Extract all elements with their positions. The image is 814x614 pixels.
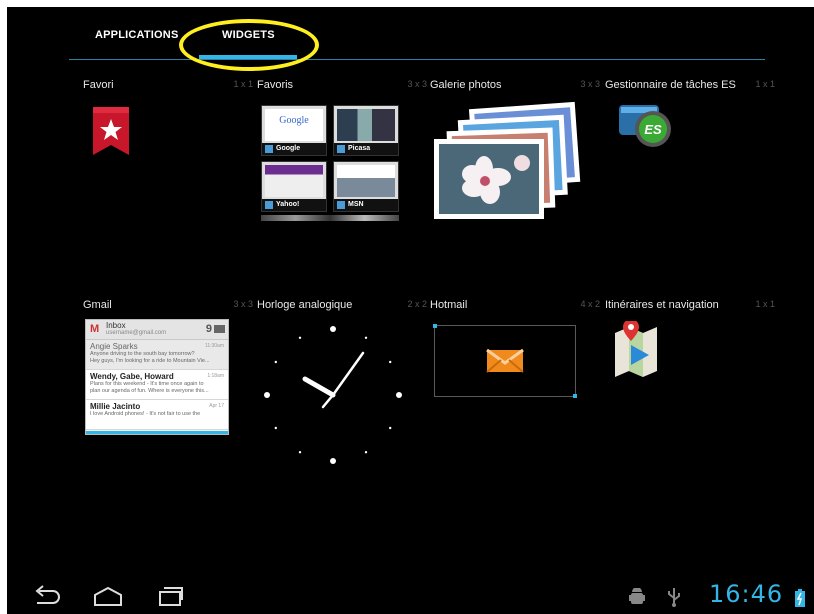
widget-size: 4 x 2 <box>580 299 600 309</box>
widget-hotmail[interactable]: Hotmail 4 x 2 <box>430 299 600 499</box>
android-debug-icon <box>629 588 645 604</box>
widget-name: Hotmail <box>430 299 468 311</box>
widget-name: Favori <box>83 79 114 91</box>
widget-size: 1 x 1 <box>755 79 775 89</box>
gmail-account: username@gmail.com <box>106 330 167 336</box>
tab-applications[interactable]: APPLICATIONS <box>95 29 178 41</box>
widget-name: Horloge analogique <box>257 299 353 311</box>
widget-name: Favoris <box>257 79 294 91</box>
svg-text:ES: ES <box>644 122 662 137</box>
widget-size: 1 x 1 <box>755 299 775 309</box>
widget-size: 1 x 1 <box>233 79 253 89</box>
bookmark-thumb-picasa: Picasa <box>333 105 399 156</box>
system-nav-bar: 16:46 <box>7 579 814 614</box>
widget-name: Gestionnaire de tâches ES <box>605 79 736 91</box>
widget-size: 3 x 3 <box>580 79 600 89</box>
bookmarks-grid: Google Google Picasa Yahoo! MSN <box>261 105 399 221</box>
usb-icon <box>668 588 680 607</box>
gmail-inbox-preview: M Inbox username@gmail.com 9 Angie Spark… <box>85 319 229 435</box>
hotmail-envelope-icon <box>486 348 524 373</box>
back-icon[interactable] <box>31 585 61 607</box>
widget-size: 2 x 2 <box>407 299 427 309</box>
status-clock: 16:46 <box>709 580 784 608</box>
home-icon[interactable] <box>91 585 125 607</box>
list-item: Millie Jacinto Apr 17 I love Android pho… <box>86 400 228 430</box>
gmail-folder: Inbox <box>106 321 126 330</box>
list-item: Wendy, Gabe, Howard 1:18am Plans for thi… <box>86 370 228 400</box>
widget-gmail[interactable]: Gmail 3 x 3 M Inbox username@gmail.com 9… <box>83 299 253 499</box>
bookmark-thumb-yahoo: Yahoo! <box>261 161 327 212</box>
photo-stack-icon <box>434 101 581 219</box>
maps-navigation-icon <box>615 321 657 377</box>
gmail-unread-count: 9 <box>205 323 212 335</box>
widget-size: 3 x 3 <box>407 79 427 89</box>
gmail-accent-bar <box>86 431 228 434</box>
widget-name: Gmail <box>83 299 112 311</box>
widget-size: 3 x 3 <box>233 299 253 309</box>
widget-analog-clock[interactable]: Horloge analogique 2 x 2 <box>257 299 427 499</box>
widget-es-task-manager[interactable]: Gestionnaire de tâches ES 1 x 1 ES <box>605 79 775 279</box>
envelope-icon <box>214 325 225 333</box>
widget-galerie-photos[interactable]: Galerie photos 3 x 3 <box>430 79 600 279</box>
bookmark-icon <box>93 107 129 155</box>
tab-divider <box>69 59 765 60</box>
gmail-logo: M <box>90 323 100 335</box>
widget-favoris[interactable]: Favoris 3 x 3 Google Google Picasa Yahoo… <box>257 79 427 279</box>
list-item: Angie Sparks 11:30am Anyone driving to t… <box>86 340 228 370</box>
annotation-ellipse <box>179 19 319 71</box>
widget-favori[interactable]: Favori 1 x 1 <box>83 79 253 279</box>
widget-name: Itinéraires et navigation <box>605 299 719 311</box>
bookmark-thumb-google: Google Google <box>261 105 327 156</box>
widget-navigation[interactable]: Itinéraires et navigation 1 x 1 <box>605 299 775 499</box>
hotmail-preview <box>433 324 577 398</box>
es-task-manager-icon: ES <box>619 105 671 147</box>
gmail-header: M Inbox username@gmail.com 9 <box>86 320 228 340</box>
battery-icon <box>795 589 805 607</box>
tab-bar: APPLICATIONS WIDGETS <box>7 7 814 71</box>
analog-clock-icon <box>264 326 402 464</box>
launcher-screen: APPLICATIONS WIDGETS Favori 1 x 1 Favori… <box>7 7 814 614</box>
bookmark-thumb-msn: MSN <box>333 161 399 212</box>
bookmarks-grid-edge <box>261 215 399 221</box>
widget-name: Galerie photos <box>430 79 502 91</box>
recent-apps-icon[interactable] <box>154 585 184 607</box>
